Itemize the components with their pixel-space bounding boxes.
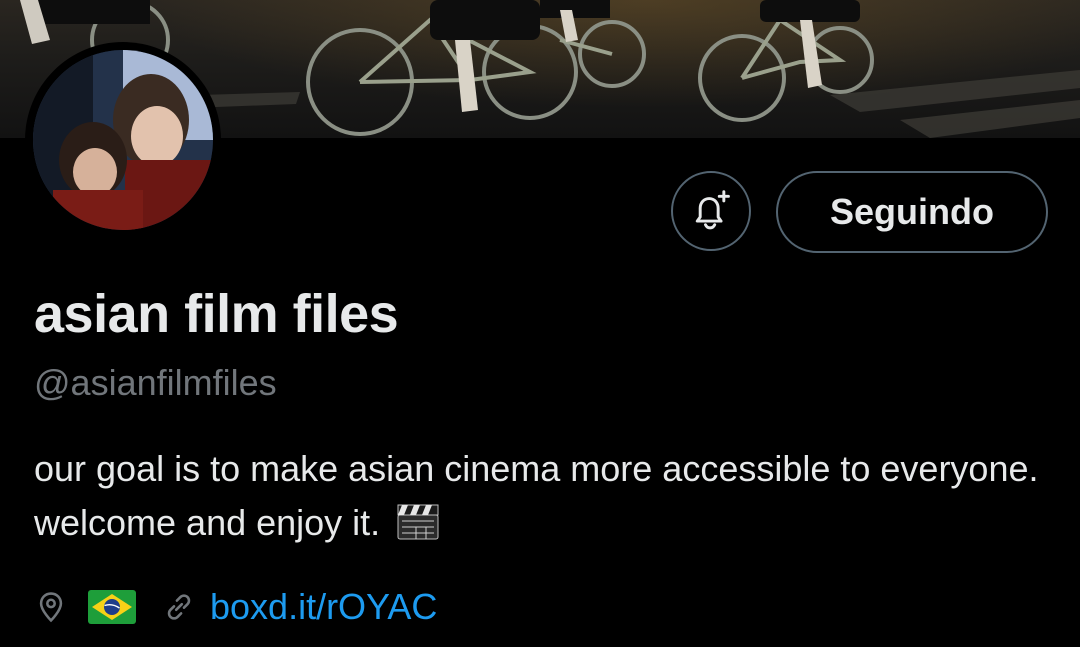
bell-plus-icon xyxy=(695,190,730,230)
profile-avatar[interactable] xyxy=(25,42,221,238)
website-link[interactable]: boxd.it/rOYAC xyxy=(210,586,437,628)
user-handle: @asianfilmfiles xyxy=(34,362,277,403)
display-name: asian film files xyxy=(34,284,399,344)
bio-text: our goal is to make asian cinema more ac… xyxy=(34,448,1039,543)
brazil-flag-icon xyxy=(88,590,136,624)
following-button[interactable]: Seguindo xyxy=(776,171,1048,253)
link-icon xyxy=(167,594,191,620)
notifications-button[interactable] xyxy=(671,171,751,251)
profile-meta-row: boxd.it/rOYAC xyxy=(34,584,437,630)
following-button-label: Seguindo xyxy=(830,191,994,232)
avatar-photo xyxy=(33,50,213,230)
location-pin-icon xyxy=(39,592,63,623)
profile-bio: our goal is to make asian cinema more ac… xyxy=(34,442,1054,550)
clapper-board-icon xyxy=(397,504,439,540)
